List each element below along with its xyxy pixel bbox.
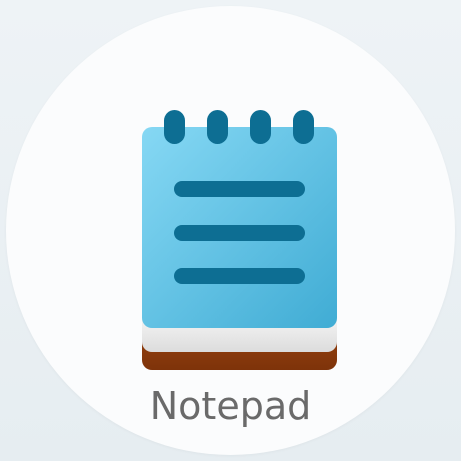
text-line (174, 225, 305, 241)
text-line (174, 181, 305, 197)
text-line (174, 268, 305, 284)
notepad-icon[interactable] (130, 102, 348, 384)
spiral-ring (250, 110, 271, 144)
app-tile-background: Notepad (0, 0, 461, 461)
spiral-ring (293, 110, 314, 144)
spiral-ring (164, 110, 185, 144)
app-name-label: Notepad (149, 384, 312, 428)
spiral-ring (207, 110, 228, 144)
